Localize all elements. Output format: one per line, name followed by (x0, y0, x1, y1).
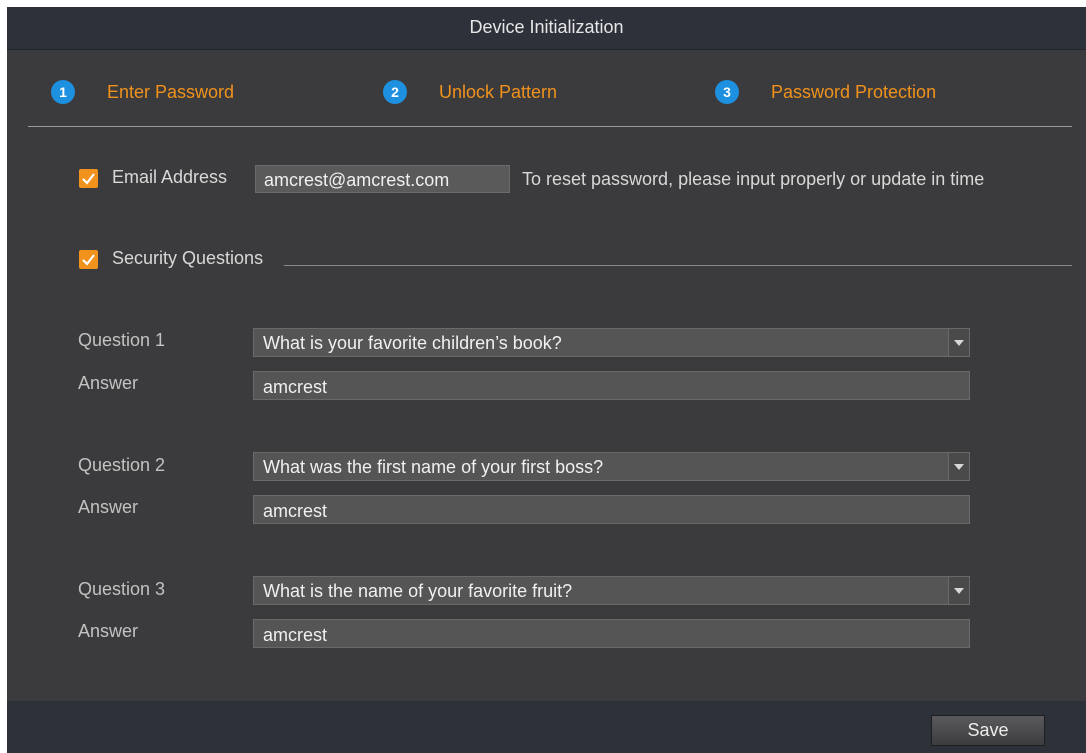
email-checkbox[interactable] (79, 169, 98, 188)
question-1-value: What is your favorite children’s book? (263, 333, 562, 353)
question-3-label: Question 3 (78, 579, 166, 599)
step-number-badge: 3 (715, 80, 739, 104)
section-divider (284, 265, 1072, 266)
step-label: Unlock Pattern (439, 81, 558, 102)
question-1-label: Question 1 (78, 330, 166, 350)
answer-3-field[interactable]: amcrest (253, 619, 970, 648)
step-number-badge: 1 (51, 80, 75, 104)
dropdown-button[interactable] (948, 453, 969, 480)
answer-1-label: Answer (78, 373, 139, 393)
dialog-title: Device Initialization (469, 17, 624, 37)
question-3-value: What is the name of your favorite fruit? (263, 581, 573, 601)
footer-bar: Save (7, 701, 1086, 753)
answer-2-label: Answer (78, 497, 139, 517)
step-unlock-pattern: 2 Unlock Pattern (383, 79, 557, 105)
answer-3-label: Answer (78, 621, 139, 641)
step-label: Enter Password (107, 81, 235, 102)
question-1-select[interactable]: What is your favorite children’s book? (253, 328, 970, 357)
security-questions-label: Security Questions (112, 248, 264, 268)
security-questions-checkbox[interactable] (79, 250, 98, 269)
save-button[interactable]: Save (931, 715, 1045, 746)
step-label: Password Protection (771, 81, 937, 102)
answer-2-value: amcrest (263, 501, 328, 521)
answer-1-field[interactable]: amcrest (253, 371, 970, 400)
email-hint: To reset password, please input properly… (522, 169, 985, 189)
checkmark-icon (82, 254, 95, 266)
step-enter-password: 1 Enter Password (51, 79, 234, 105)
answer-2-field[interactable]: amcrest (253, 495, 970, 524)
answer-1-value: amcrest (263, 377, 328, 397)
email-field[interactable]: amcrest@amcrest.com (255, 165, 510, 193)
device-initialization-dialog: Device Initialization 1 Enter Password 2… (7, 7, 1086, 753)
chevron-down-icon (954, 588, 964, 594)
dropdown-button[interactable] (948, 329, 969, 356)
question-2-label: Question 2 (78, 455, 166, 475)
chevron-down-icon (954, 464, 964, 470)
step-number-badge: 2 (383, 80, 407, 104)
step-password-protection: 3 Password Protection (715, 79, 936, 105)
question-2-value: What was the first name of your first bo… (263, 457, 604, 477)
chevron-down-icon (954, 340, 964, 346)
dropdown-button[interactable] (948, 577, 969, 604)
checkmark-icon (82, 173, 95, 185)
title-bar: Device Initialization (7, 7, 1086, 50)
email-label: Email Address (112, 167, 228, 187)
question-3-select[interactable]: What is the name of your favorite fruit? (253, 576, 970, 605)
step-divider (28, 126, 1072, 127)
question-2-select[interactable]: What was the first name of your first bo… (253, 452, 970, 481)
answer-3-value: amcrest (263, 625, 328, 645)
